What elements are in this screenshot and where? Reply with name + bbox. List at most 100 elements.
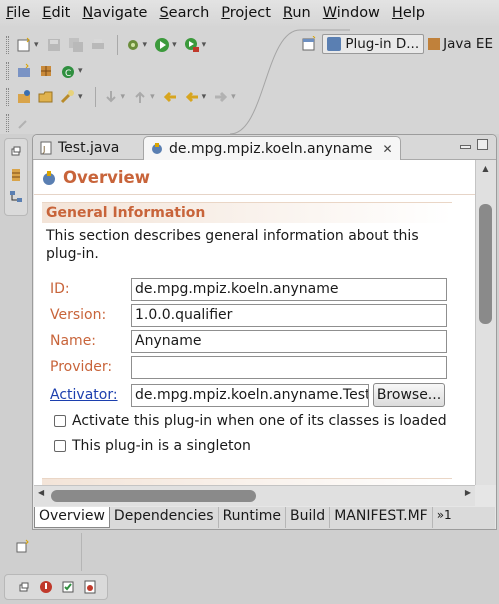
new-icon[interactable] [15,36,33,54]
print-icon[interactable] [89,36,107,54]
more-tabs-button[interactable]: »1 [433,507,456,528]
restore-icon[interactable] [8,143,24,159]
next-annotation-icon[interactable] [102,88,120,106]
toolbar-separator [94,87,96,107]
open-perspective-icon[interactable] [300,35,318,53]
general-information-section: General Information This section describ… [42,202,452,263]
run-dropdown-arrow-icon[interactable]: ▾ [172,40,177,50]
search-tool-icon[interactable] [59,88,77,106]
debug-icon[interactable] [124,36,142,54]
page-tab-build[interactable]: Build [286,507,331,528]
scroll-up-icon[interactable]: ▲ [476,160,495,176]
new-package-icon[interactable] [37,62,55,80]
problems-icon[interactable] [39,580,53,594]
next-annotation-dropdown-arrow-icon[interactable]: ▾ [121,92,126,102]
version-row: Version: 1.0.0.qualifier [50,303,450,327]
previous-annotation-icon[interactable] [131,88,149,106]
tasks-icon[interactable] [61,580,75,594]
next-section-header [42,478,452,485]
new-java-project-icon[interactable] [15,62,33,80]
toolbar-grip[interactable] [6,88,9,106]
menu-edit[interactable]: Edit [42,5,70,21]
debug-dropdown-arrow-icon[interactable]: ▾ [143,40,148,50]
activator-link[interactable]: Activator: [50,387,131,403]
external-tools-dropdown-arrow-icon[interactable]: ▾ [202,40,207,50]
page-tab-manifest[interactable]: MANIFEST.MF [330,507,433,528]
new-class-dropdown-arrow-icon[interactable]: ▾ [78,66,83,76]
restore-icon[interactable] [17,580,31,594]
scroll-right-icon[interactable]: ▶ [465,488,471,497]
toolbar-grip[interactable] [6,62,9,80]
close-tab-icon[interactable]: ✕ [382,142,392,156]
menu-project[interactable]: Project [221,5,271,21]
toolbar-row-3: ▾ ▾ ▾ ▾ ▾ [6,84,242,110]
save-all-icon[interactable] [67,36,85,54]
menu-file[interactable]: File [6,5,30,21]
activator-field[interactable]: de.mpg.mpiz.koeln.anyname.Test [131,383,369,407]
search-tool-dropdown-arrow-icon[interactable]: ▾ [78,92,83,102]
perspective-plugin-development-button[interactable]: Plug-in D... [322,34,425,54]
forward-icon[interactable] [212,88,230,106]
package-explorer-icon[interactable] [8,167,24,183]
singleton-checkbox[interactable]: This plug-in is a singleton [54,438,251,454]
open-folder-icon[interactable] [37,88,55,106]
activate-on-load-checkbox[interactable]: Activate this plug-in when one of its cl… [54,413,447,429]
open-type-icon[interactable] [15,88,33,106]
name-label: Name: [50,333,97,349]
hierarchy-icon[interactable] [8,189,24,205]
section-title[interactable]: General Information [42,202,452,223]
external-tools-icon[interactable] [183,36,201,54]
toolbar-row-4 [6,110,37,136]
java-file-icon: J [39,141,53,155]
vertical-scrollbar[interactable]: ▲ [475,160,496,485]
menu-help[interactable]: Help [392,5,425,21]
last-edit-location-icon[interactable] [161,88,179,106]
pin-editor-icon[interactable] [15,114,33,132]
menu-navigate[interactable]: Navigate [82,5,147,21]
minimize-icon[interactable] [460,145,471,149]
new-class-icon[interactable]: C [59,62,77,80]
horizontal-scroll-thumb[interactable] [51,490,256,502]
tab-test-java[interactable]: J Test.java [33,136,141,160]
name-field[interactable]: Anyname [131,329,447,353]
page-tab-dependencies[interactable]: Dependencies [110,507,219,528]
back-icon[interactable] [183,88,201,106]
menu-navigate-mnemonic: N [82,5,94,21]
scroll-left-icon[interactable]: ◀ [38,488,44,497]
checkbox-box[interactable] [54,440,66,452]
toolbar-row-1: ▾ ▾ ▾ ▾ [6,32,212,58]
vertical-scroll-thumb[interactable] [479,204,492,324]
id-label: ID: [50,281,70,297]
new-dropdown-arrow-icon[interactable]: ▾ [34,40,39,50]
menu-window[interactable]: Window [323,5,380,21]
browse-button[interactable]: Browse... [373,383,445,407]
page-tab-runtime[interactable]: Runtime [219,507,287,528]
id-field[interactable]: de.mpg.mpiz.koeln.anyname [131,277,447,301]
header-divider [34,194,475,195]
provider-field[interactable] [131,355,447,379]
menu-window-mnemonic: W [322,5,337,21]
version-field[interactable]: 1.0.0.qualifier [131,303,447,327]
back-dropdown-arrow-icon[interactable]: ▾ [202,92,207,102]
overview-icon [41,170,57,186]
previous-annotation-dropdown-arrow-icon[interactable]: ▾ [150,92,155,102]
perspective-bar: Plug-in D... Java EE [300,34,493,54]
menu-run[interactable]: Run [283,5,311,21]
save-icon[interactable] [45,36,63,54]
maximize-icon[interactable] [477,139,488,150]
activator-row: Activator: de.mpg.mpiz.koeln.anyname.Tes… [50,383,450,407]
menu-navigate-label: avigate [93,5,148,21]
new-view-icon[interactable] [16,539,32,555]
tab-manifest-editor[interactable]: de.mpg.mpiz.koeln.anyname ✕ [143,136,401,161]
menu-search[interactable]: Search [159,5,209,21]
plugin-manifest-editor: J Test.java de.mpg.mpiz.koeln.anyname ✕ … [32,134,497,530]
checkbox-box[interactable] [54,415,66,427]
toolbar-grip[interactable] [6,114,9,132]
toolbar-grip[interactable] [6,36,9,54]
run-icon[interactable] [153,36,171,54]
page-tab-overview[interactable]: Overview [34,507,110,528]
perspective-java-ee-button[interactable]: Java EE [428,36,493,52]
error-log-icon[interactable] [83,580,97,594]
menu-bar: File Edit Navigate Search Project Run Wi… [0,0,499,26]
horizontal-scrollbar[interactable]: ◀ ▶ [34,485,475,506]
